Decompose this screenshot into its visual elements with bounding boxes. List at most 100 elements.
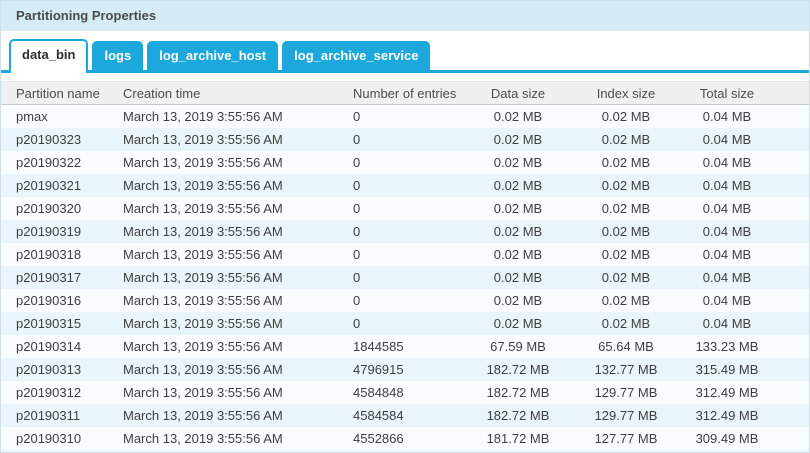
cell-partition-name: p20190317 (1, 270, 123, 285)
cell-partition-name: p20190316 (1, 293, 123, 308)
panel-title: Partitioning Properties (1, 1, 809, 31)
cell-total-size: 312.49 MB (677, 385, 777, 400)
column-header-creation-time: Creation time (123, 86, 353, 101)
cell-total-size: 315.49 MB (677, 362, 777, 377)
cell-creation-time: March 13, 2019 3:55:56 AM (123, 431, 353, 446)
table-row: p20190313March 13, 2019 3:55:56 AM479691… (1, 358, 809, 381)
cell-data-size: 67.59 MB (461, 339, 575, 354)
cell-total-size: 0.04 MB (677, 109, 777, 124)
table-row: p20190321March 13, 2019 3:55:56 AM00.02 … (1, 174, 809, 197)
cell-number-of-entries: 1844585 (353, 339, 461, 354)
cell-total-size: 0.04 MB (677, 132, 777, 147)
table-row: p20190311March 13, 2019 3:55:56 AM458458… (1, 404, 809, 427)
cell-data-size: 182.72 MB (461, 385, 575, 400)
cell-number-of-entries: 0 (353, 201, 461, 216)
cell-data-size: 0.02 MB (461, 293, 575, 308)
cell-data-size: 182.72 MB (461, 408, 575, 423)
cell-total-size: 0.04 MB (677, 155, 777, 170)
cell-partition-name: p20190321 (1, 178, 123, 193)
cell-number-of-entries: 4584848 (353, 385, 461, 400)
cell-data-size: 181.72 MB (461, 431, 575, 446)
cell-creation-time: March 13, 2019 3:55:56 AM (123, 155, 353, 170)
table-row: p20190312March 13, 2019 3:55:56 AM458484… (1, 381, 809, 404)
cell-data-size: 0.02 MB (461, 224, 575, 239)
cell-total-size: 0.04 MB (677, 224, 777, 239)
cell-creation-time: March 13, 2019 3:55:56 AM (123, 178, 353, 193)
cell-number-of-entries: 0 (353, 132, 461, 147)
cell-partition-name: p20190313 (1, 362, 123, 377)
table-row: p20190323March 13, 2019 3:55:56 AM00.02 … (1, 128, 809, 151)
column-header-number-of-entries: Number of entries (353, 86, 461, 101)
cell-data-size: 182.72 MB (461, 362, 575, 377)
cell-data-size: 0.02 MB (461, 247, 575, 262)
cell-index-size: 0.02 MB (575, 178, 677, 193)
table-header-row: Partition nameCreation timeNumber of ent… (1, 81, 809, 105)
cell-data-size: 0.02 MB (461, 178, 575, 193)
table-row: p20190316March 13, 2019 3:55:56 AM00.02 … (1, 289, 809, 312)
cell-number-of-entries: 0 (353, 109, 461, 124)
cell-index-size: 132.77 MB (575, 362, 677, 377)
cell-creation-time: March 13, 2019 3:55:56 AM (123, 385, 353, 400)
cell-data-size: 0.02 MB (461, 155, 575, 170)
cell-index-size: 0.02 MB (575, 201, 677, 216)
cell-data-size: 0.02 MB (461, 109, 575, 124)
table-row: p20190314March 13, 2019 3:55:56 AM184458… (1, 335, 809, 358)
cell-data-size: 0.02 MB (461, 270, 575, 285)
cell-total-size: 312.49 MB (677, 408, 777, 423)
table-row: p20190315March 13, 2019 3:55:56 AM00.02 … (1, 312, 809, 335)
tab-logs[interactable]: logs (92, 41, 143, 70)
cell-total-size: 0.04 MB (677, 316, 777, 331)
tab-data_bin[interactable]: data_bin (9, 39, 88, 70)
cell-partition-name: p20190310 (1, 431, 123, 446)
cell-creation-time: March 13, 2019 3:55:56 AM (123, 132, 353, 147)
cell-number-of-entries: 4552866 (353, 431, 461, 446)
column-header-index-size: Index size (575, 86, 677, 101)
cell-number-of-entries: 0 (353, 270, 461, 285)
cell-total-size: 309.49 MB (677, 431, 777, 446)
cell-number-of-entries: 0 (353, 155, 461, 170)
cell-index-size: 65.64 MB (575, 339, 677, 354)
cell-index-size: 0.02 MB (575, 270, 677, 285)
cell-total-size: 0.04 MB (677, 201, 777, 216)
cell-creation-time: March 13, 2019 3:55:56 AM (123, 224, 353, 239)
cell-number-of-entries: 0 (353, 293, 461, 308)
cell-data-size: 0.02 MB (461, 132, 575, 147)
cell-index-size: 0.02 MB (575, 224, 677, 239)
table-row: p20190310March 13, 2019 3:55:56 AM455286… (1, 427, 809, 450)
tab-bar-container: data_binlogslog_archive_hostlog_archive_… (1, 31, 809, 73)
partitions-table: Partition nameCreation timeNumber of ent… (1, 81, 809, 452)
table-body: pmaxMarch 13, 2019 3:55:56 AM00.02 MB0.0… (1, 105, 809, 452)
tab-log_archive_host[interactable]: log_archive_host (147, 41, 278, 70)
cell-partition-name: p20190311 (1, 408, 123, 423)
cell-number-of-entries: 0 (353, 224, 461, 239)
cell-data-size: 0.02 MB (461, 316, 575, 331)
cell-creation-time: March 13, 2019 3:55:56 AM (123, 362, 353, 377)
cell-total-size: 0.04 MB (677, 247, 777, 262)
table-row: p20190322March 13, 2019 3:55:56 AM00.02 … (1, 151, 809, 174)
tab-bar: data_binlogslog_archive_hostlog_archive_… (1, 39, 809, 73)
cell-creation-time: March 13, 2019 3:55:56 AM (123, 247, 353, 262)
cell-creation-time: March 13, 2019 3:55:56 AM (123, 316, 353, 331)
cell-index-size: 0.02 MB (575, 109, 677, 124)
cell-number-of-entries: 0 (353, 316, 461, 331)
cell-index-size: 129.77 MB (575, 408, 677, 423)
cell-index-size: 0.02 MB (575, 132, 677, 147)
cell-creation-time: March 13, 2019 3:55:56 AM (123, 339, 353, 354)
cell-partition-name: pmax (1, 109, 123, 124)
cell-index-size: 0.02 MB (575, 316, 677, 331)
table-row: p20190320March 13, 2019 3:55:56 AM00.02 … (1, 197, 809, 220)
table-row: p20190319March 13, 2019 3:55:56 AM00.02 … (1, 220, 809, 243)
cell-number-of-entries: 4584584 (353, 408, 461, 423)
cell-partition-name: p20190323 (1, 132, 123, 147)
cell-partition-name: p20190318 (1, 247, 123, 262)
column-header-data-size: Data size (461, 86, 575, 101)
cell-partition-name: p20190312 (1, 385, 123, 400)
cell-index-size: 127.77 MB (575, 431, 677, 446)
column-header-total-size: Total size (677, 86, 777, 101)
cell-number-of-entries: 0 (353, 247, 461, 262)
cell-total-size: 0.04 MB (677, 270, 777, 285)
tab-log_archive_service[interactable]: log_archive_service (282, 41, 430, 70)
cell-creation-time: March 13, 2019 3:55:56 AM (123, 109, 353, 124)
cell-partition-name: p20190315 (1, 316, 123, 331)
cell-total-size: 0.04 MB (677, 178, 777, 193)
